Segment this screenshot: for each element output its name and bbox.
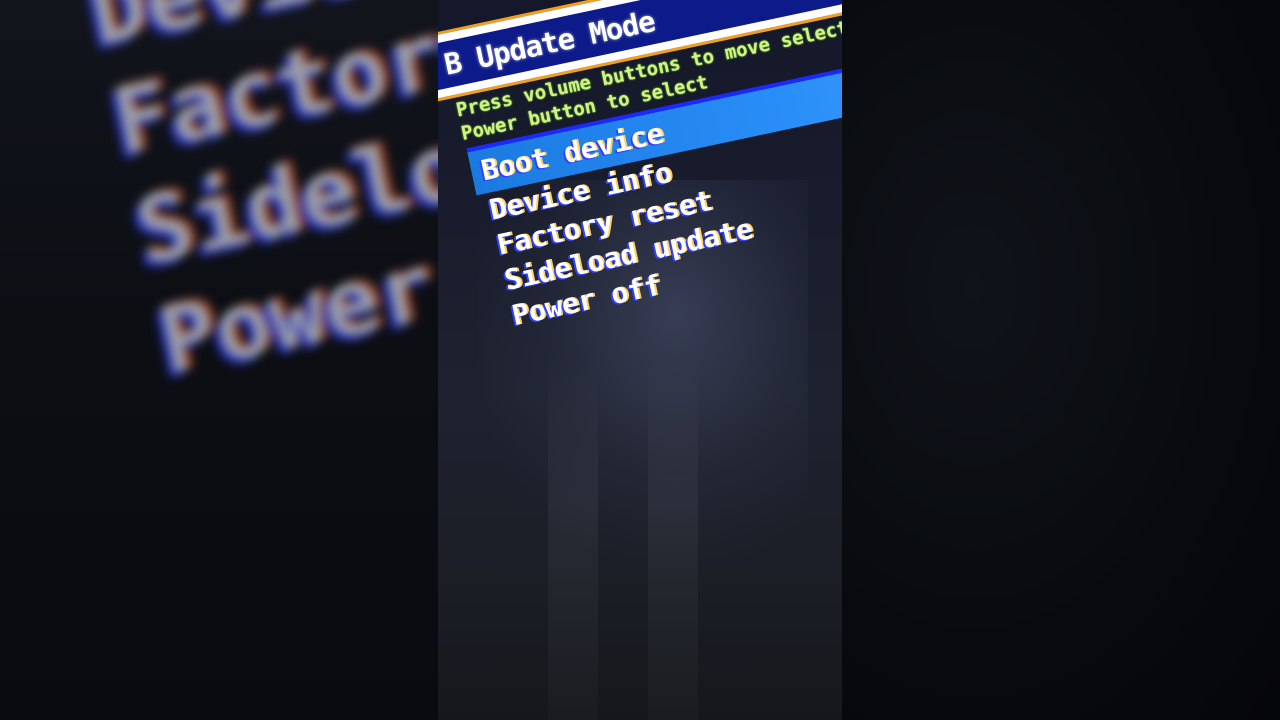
recovery-screen: B Update Mode Press volume buttons to mo… <box>438 0 842 489</box>
video-frame: Device info Factory reset Sideload updat… <box>0 0 1280 720</box>
blurred-background-left: Device info Factory reset Sideload updat… <box>0 0 438 720</box>
recovery-screen-photo: B Update Mode Press volume buttons to mo… <box>438 0 842 720</box>
blurred-background-right <box>842 0 1280 720</box>
blurred-background-menu: Device info Factory reset Sideload updat… <box>80 0 438 469</box>
